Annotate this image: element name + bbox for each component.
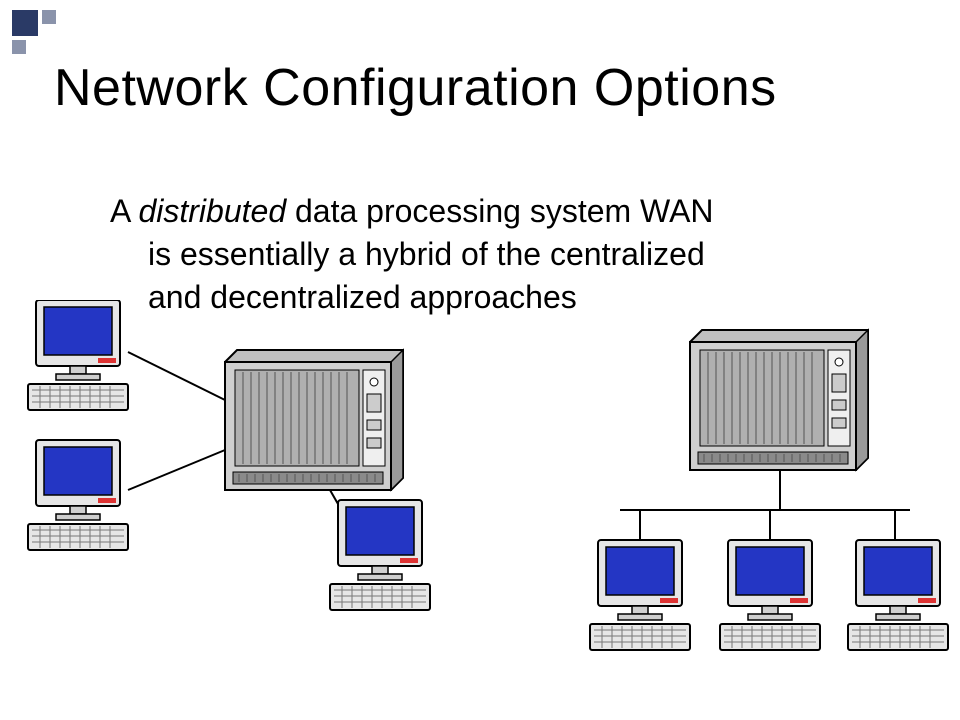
text: is essentially a hybrid of the centraliz…: [148, 236, 705, 272]
desktop-computer-icon: [28, 440, 128, 550]
slide: Network Configuration Options A distribu…: [0, 0, 960, 720]
desktop-computer-icon: [28, 300, 128, 410]
desktop-computer-icon: [590, 540, 690, 650]
left-topology: [28, 300, 430, 610]
right-topology: [590, 330, 948, 650]
network-diagram: [0, 300, 960, 700]
text-emphasis: distributed: [138, 193, 286, 229]
text: A: [110, 193, 138, 229]
slide-title: Network Configuration Options: [54, 58, 777, 118]
text: data processing system WAN: [286, 193, 713, 229]
desktop-computer-icon: [720, 540, 820, 650]
desktop-computer-icon: [848, 540, 948, 650]
server-rack-icon: [690, 330, 868, 470]
desktop-computer-icon: [330, 500, 430, 610]
server-rack-icon: [225, 350, 403, 490]
